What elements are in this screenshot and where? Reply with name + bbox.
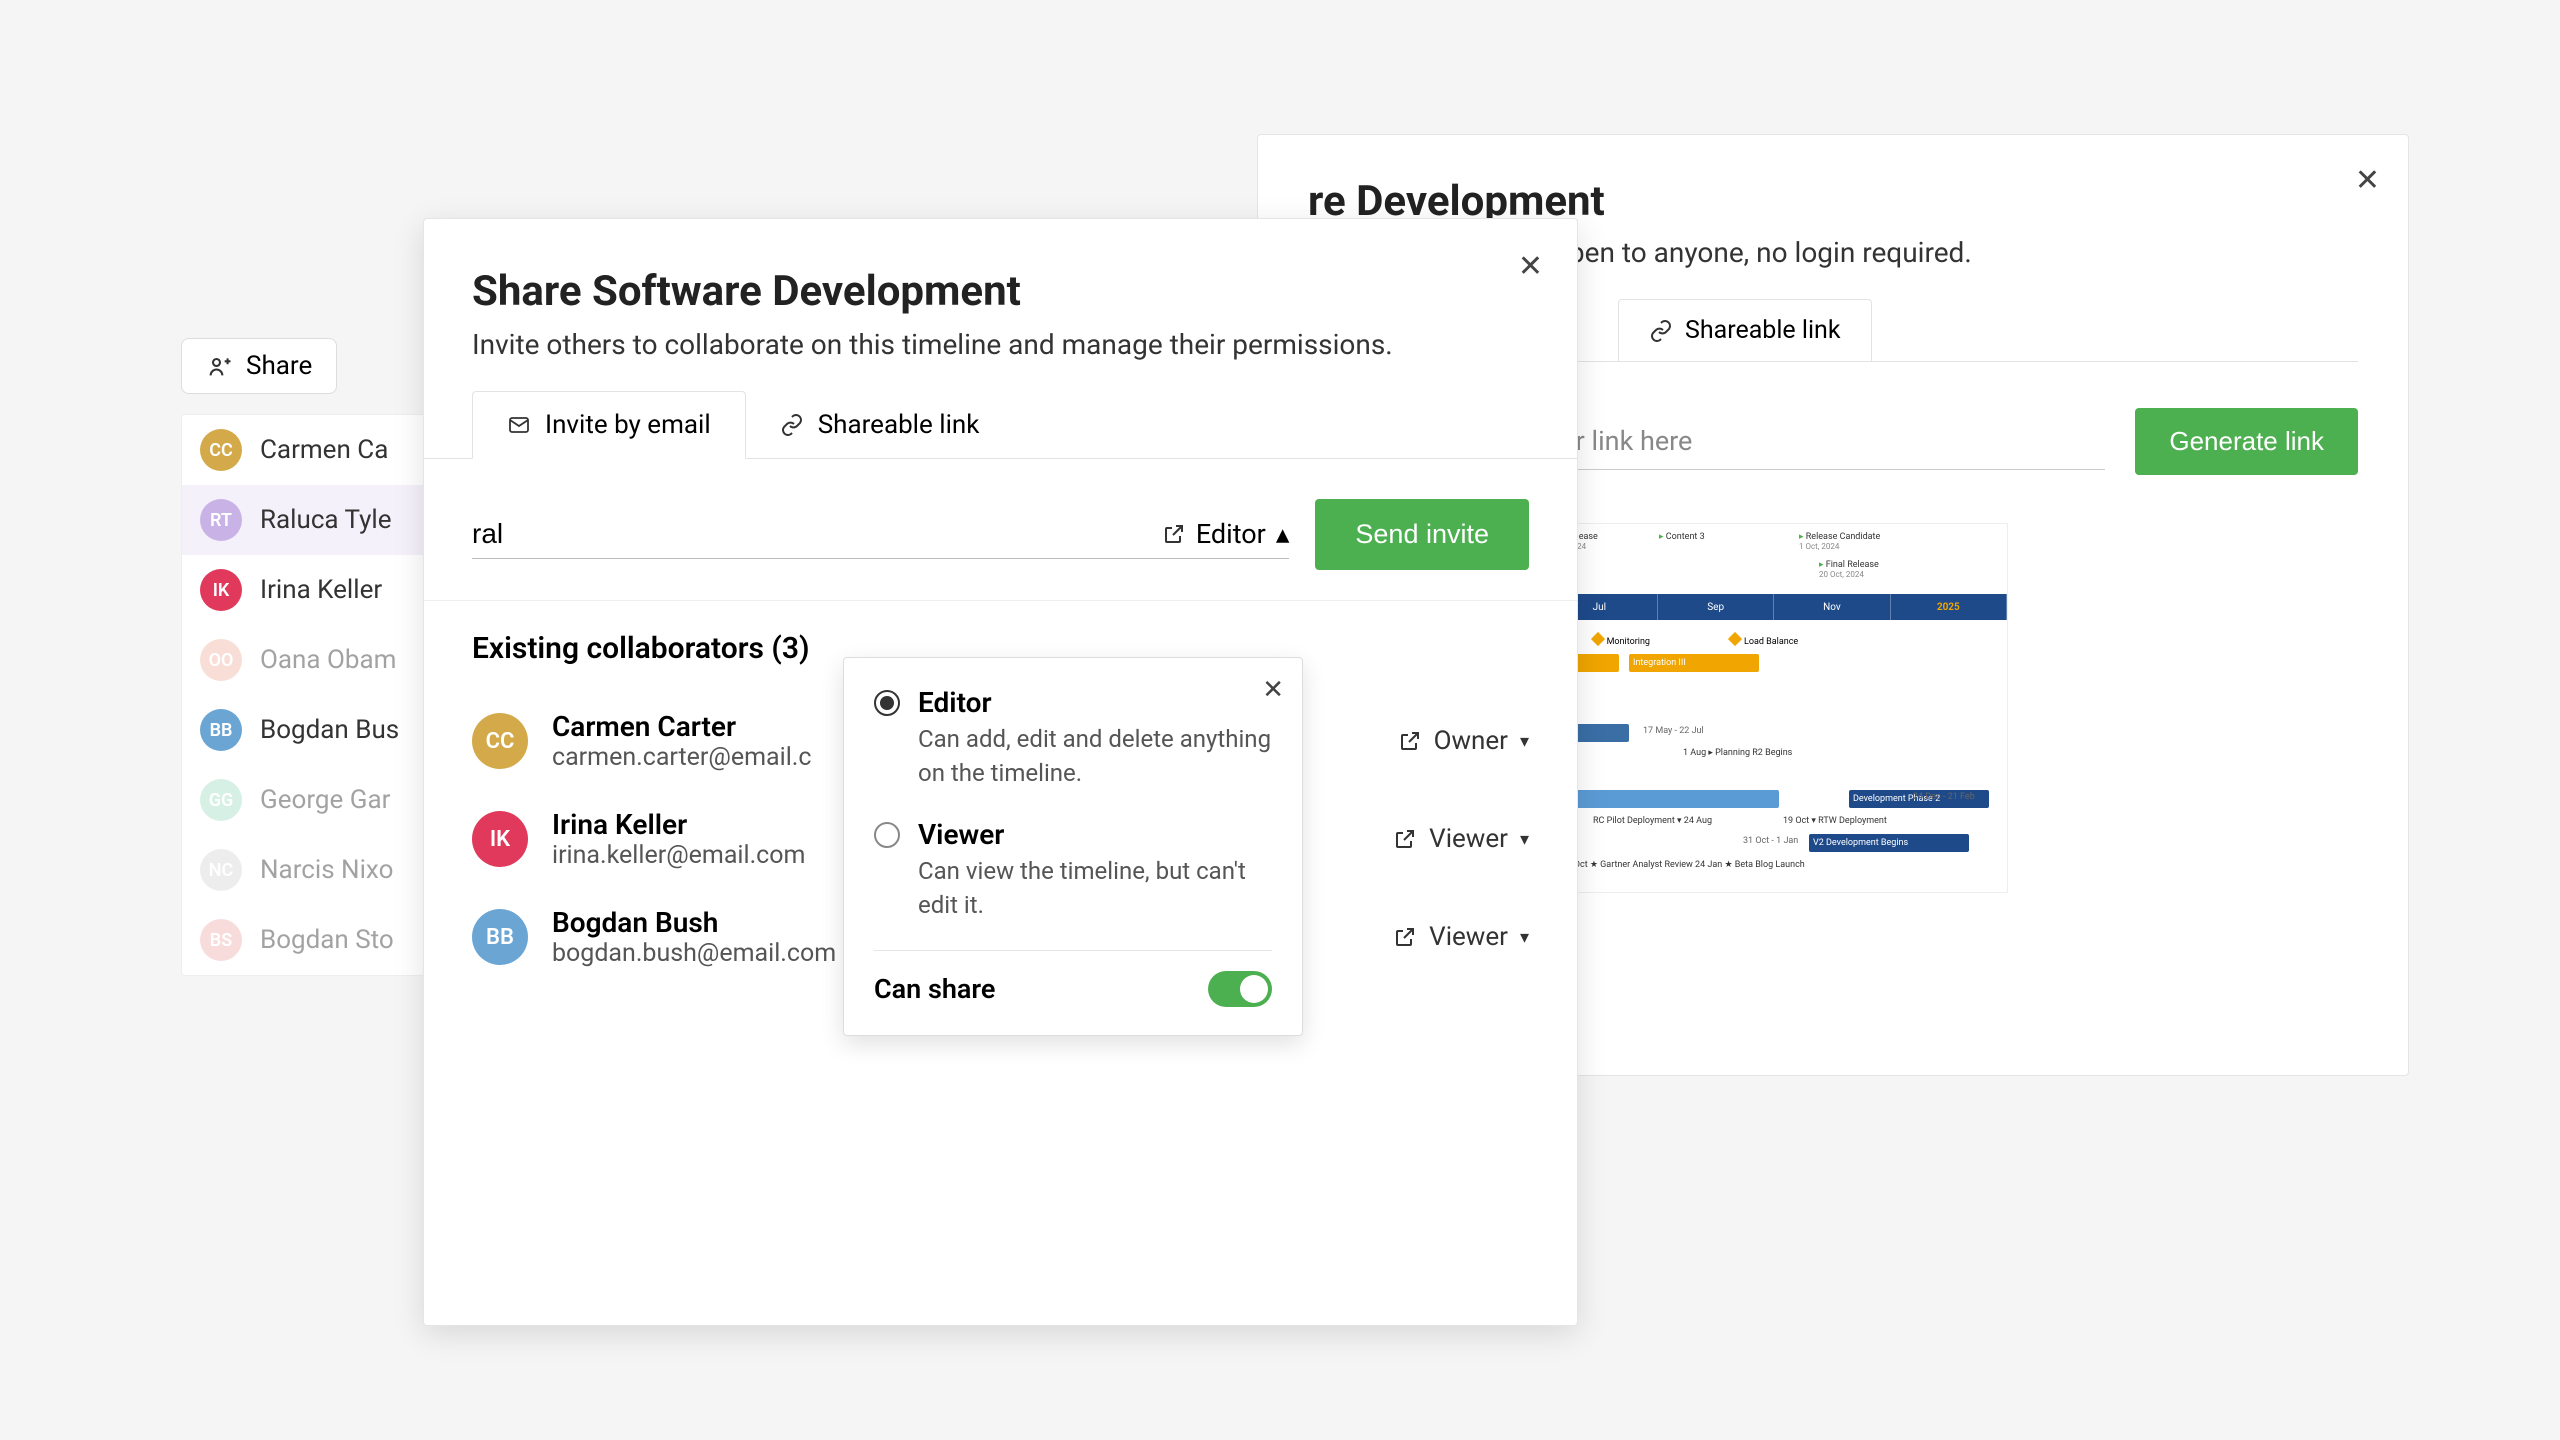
collaborator-role-select[interactable]: Owner ▾: [1398, 726, 1529, 756]
collaborator-name: Bogdan Bush: [552, 906, 836, 939]
external-icon: [1393, 925, 1417, 949]
collaborator-email: irina.keller@email.com: [552, 841, 805, 870]
link-icon: [1649, 319, 1673, 343]
collaborator-email: bogdan.bush@email.com: [552, 939, 836, 968]
close-icon[interactable]: ✕: [1262, 674, 1284, 705]
tab-shareable-link[interactable]: Shareable link: [746, 391, 1014, 458]
collaborator-email: carmen.carter@email.c: [552, 743, 811, 772]
tab-label: Invite by email: [545, 410, 711, 440]
permission-title: Viewer: [918, 818, 1272, 851]
radio-icon: [874, 690, 900, 716]
permission-title: Editor: [918, 686, 1272, 719]
share-button[interactable]: Share: [181, 338, 337, 394]
can-share-toggle[interactable]: [1208, 971, 1272, 1007]
permission-desc: Can add, edit and delete anything on the…: [918, 723, 1272, 790]
can-share-label: Can share: [874, 973, 995, 1005]
avatar: RT: [200, 499, 242, 541]
share-button-label: Share: [246, 351, 312, 381]
chevron-down-icon: ▾: [1520, 731, 1529, 752]
avatar: IK: [472, 811, 528, 867]
send-invite-button[interactable]: Send invite: [1315, 499, 1529, 570]
mail-icon: [507, 413, 531, 437]
link-icon: [780, 413, 804, 437]
tab-shareable-link[interactable]: Shareable link: [1618, 299, 1872, 361]
role-label: Owner: [1434, 726, 1508, 756]
chevron-up-icon: ▴: [1276, 518, 1290, 550]
modal-subtitle: Invite others to collaborate on this tim…: [472, 328, 1529, 361]
chevron-down-icon: ▾: [1520, 927, 1529, 948]
suggestion-name: Irina Keller: [260, 575, 382, 605]
close-icon[interactable]: ✕: [2355, 163, 2380, 198]
collaborator-name: Irina Keller: [552, 808, 805, 841]
share-icon: [206, 352, 234, 380]
avatar: IK: [200, 569, 242, 611]
avatar: NC: [200, 849, 242, 891]
external-icon: [1162, 522, 1186, 546]
tab-invite-email[interactable]: Invite by email: [472, 391, 746, 459]
external-icon: [1393, 827, 1417, 851]
collaborator-info: Bogdan Bushbogdan.bush@email.com: [552, 906, 836, 968]
permission-desc: Can view the timeline, but can't edit it…: [918, 855, 1272, 922]
role-label: Viewer: [1429, 824, 1508, 854]
external-icon: [1398, 729, 1422, 753]
suggestion-name: George Gar: [260, 785, 390, 815]
permission-option[interactable]: Editor Can add, edit and delete anything …: [874, 686, 1272, 790]
avatar: OO: [200, 639, 242, 681]
radio-icon: [874, 822, 900, 848]
permission-option[interactable]: Viewer Can view the timeline, but can't e…: [874, 818, 1272, 922]
suggestion-name: Bogdan Bus: [260, 715, 399, 745]
role-select-label: Editor: [1196, 518, 1266, 550]
avatar: BB: [472, 909, 528, 965]
suggestion-name: Narcis Nixo: [260, 855, 393, 885]
avatar: CC: [200, 429, 242, 471]
generate-link-button[interactable]: Generate link: [2135, 408, 2358, 475]
suggestion-name: Carmen Ca: [260, 435, 388, 465]
permission-popover: ✕ Editor Can add, edit and delete anythin…: [843, 657, 1303, 1036]
avatar: CC: [472, 713, 528, 769]
modal-title: Share Software Development: [472, 267, 1529, 316]
role-select[interactable]: Editor ▴: [1162, 518, 1290, 550]
collaborator-info: Irina Kelleririna.keller@email.com: [552, 808, 805, 870]
avatar: GG: [200, 779, 242, 821]
collaborator-role-select[interactable]: Viewer ▾: [1393, 824, 1529, 854]
chevron-down-icon: ▾: [1520, 829, 1529, 850]
suggestion-name: Bogdan Sto: [260, 925, 394, 955]
tab-label: Shareable link: [818, 410, 980, 440]
avatar: BS: [200, 919, 242, 961]
collaborator-role-select[interactable]: Viewer ▾: [1393, 922, 1529, 952]
suggestion-name: Raluca Tyle: [260, 505, 392, 535]
tab-label: Shareable link: [1685, 316, 1841, 345]
avatar: BB: [200, 709, 242, 751]
suggestion-name: Oana Obam: [260, 645, 396, 675]
collaborator-info: Carmen Cartercarmen.carter@email.c: [552, 710, 811, 772]
collaborator-name: Carmen Carter: [552, 710, 811, 743]
invite-email-input[interactable]: [472, 518, 1162, 550]
role-label: Viewer: [1429, 922, 1508, 952]
close-icon[interactable]: ✕: [1518, 249, 1543, 284]
